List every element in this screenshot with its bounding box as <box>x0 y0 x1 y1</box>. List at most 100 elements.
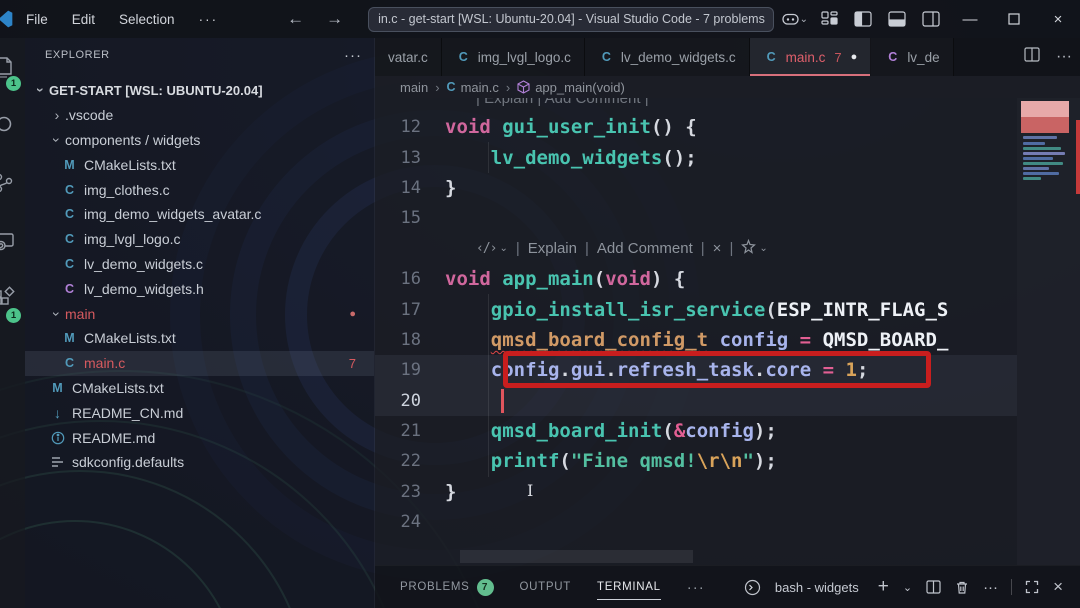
panel-tab-terminal[interactable]: TERMINAL <box>597 566 661 608</box>
editor-more-actions[interactable]: ··· <box>1048 48 1080 66</box>
code-editor[interactable]: | Explain | Add Comment | 12void gui_use… <box>375 98 1080 565</box>
line-number[interactable]: 15 <box>375 208 445 228</box>
toggle-secondary-sidebar-icon[interactable] <box>914 0 948 38</box>
line-number[interactable]: 24 <box>375 512 445 532</box>
kill-terminal-icon[interactable] <box>948 580 976 595</box>
tree-item-sdkconfig-defaults[interactable]: sdkconfig.defaults <box>25 450 374 475</box>
menu-edit[interactable]: Edit <box>60 12 107 27</box>
line-number[interactable]: 23 <box>375 482 445 502</box>
tree-item-components-widgets[interactable]: ›components / widgets <box>25 128 374 153</box>
breadcrumb-main[interactable]: main <box>400 80 428 95</box>
tree-item-get-start-wsl-ubuntu-20-04[interactable]: ›GET-START [WSL: UBUNTU-20.04] <box>25 78 374 103</box>
line-number[interactable]: 16 <box>375 269 445 289</box>
code-line-15[interactable]: 15 <box>375 203 1017 233</box>
line-number[interactable]: 17 <box>375 300 445 320</box>
activity-explorer-icon[interactable]: 1 <box>0 50 25 96</box>
minimize-button[interactable]: — <box>948 0 992 38</box>
code-text[interactable]: } <box>445 177 456 199</box>
code-text[interactable]: } <box>445 481 456 503</box>
tree-item-img-clothes-c[interactable]: Cimg_clothes.c <box>25 177 374 202</box>
toggle-panel-icon[interactable] <box>880 0 914 38</box>
menu-selection[interactable]: Selection <box>107 12 187 27</box>
code-text[interactable]: void app_main(void) { <box>445 268 685 290</box>
tree-item-vscode[interactable]: ›.vscode <box>25 103 374 128</box>
split-terminal-icon[interactable] <box>919 580 948 594</box>
minimap[interactable] <box>1017 98 1080 565</box>
code-text[interactable]: lv_demo_widgets(); <box>445 147 697 169</box>
chevron-down-icon[interactable]: ⌄ <box>499 243 507 254</box>
code-line-17[interactable]: 17 gpio_install_isr_service(ESP_INTR_FLA… <box>375 294 1017 324</box>
close-button[interactable]: × <box>1036 0 1080 38</box>
code-line-12[interactable]: 12void gui_user_init() { <box>375 112 1017 142</box>
tree-item-lv-demo-widgets-c[interactable]: Clv_demo_widgets.c <box>25 252 374 277</box>
tree-item-readme-md[interactable]: README.md <box>25 425 374 450</box>
command-center-search[interactable]: in.c - get-start [WSL: Ubuntu-20.04] - V… <box>368 7 774 32</box>
line-number[interactable]: 20 <box>375 391 445 411</box>
split-editor-icon[interactable] <box>1016 47 1048 67</box>
breadcrumb-main-c[interactable]: Cmain.c <box>447 80 499 95</box>
tab-vatar-c[interactable]: vatar.c <box>375 38 442 76</box>
code-text[interactable]: void gui_user_init() { <box>445 116 697 138</box>
toggle-primary-sidebar-icon[interactable] <box>846 0 880 38</box>
copilot-chevron-icon[interactable]: ⌄ <box>800 14 808 25</box>
menu-file[interactable]: File <box>14 12 60 27</box>
tree-item-readme-cn-md[interactable]: ↓README_CN.md <box>25 400 374 425</box>
activity-source-control-icon[interactable] <box>0 166 25 212</box>
menu-more[interactable]: ··· <box>187 12 231 27</box>
tree-item-img-demo-widgets-avatar-c[interactable]: Cimg_demo_widgets_avatar.c <box>25 202 374 227</box>
line-number[interactable]: 12 <box>375 117 445 137</box>
line-number[interactable]: 18 <box>375 330 445 350</box>
tree-item-cmakelists-txt[interactable]: MCMakeLists.txt <box>25 376 374 401</box>
code-line-20[interactable]: 20 <box>375 386 1017 416</box>
code-line-13[interactable]: 13 lv_demo_widgets(); <box>375 142 1017 172</box>
breadcrumb-app-main-void[interactable]: app_main(void) <box>517 80 625 95</box>
code-text[interactable]: gpio_install_isr_service(ESP_INTR_FLAG_S <box>445 299 948 321</box>
codelens-close-link[interactable]: × <box>713 240 722 257</box>
code-line-14[interactable]: 14} <box>375 173 1017 203</box>
activity-search-icon[interactable] <box>0 108 25 154</box>
panel-terminal-more-icon[interactable]: ··· <box>976 579 1005 596</box>
code-text[interactable]: qmsd_board_config_t config = QMSD_BOARD_ <box>445 329 948 351</box>
activity-remote-explorer-icon[interactable] <box>0 224 25 270</box>
code-line-18[interactable]: 18 qmsd_board_config_t config = QMSD_BOA… <box>375 325 1017 355</box>
maximize-panel-icon[interactable] <box>1018 580 1046 594</box>
tree-item-main[interactable]: ›main● <box>25 301 374 326</box>
chevron-down-icon[interactable]: ⌄ <box>759 243 767 254</box>
panel-tab-problems[interactable]: PROBLEMS7 <box>400 566 494 608</box>
explorer-more-actions[interactable]: ··· <box>344 47 362 64</box>
terminal-dropdown-icon[interactable]: ⌄ <box>896 581 919 594</box>
line-number[interactable]: 13 <box>375 148 445 168</box>
tree-item-cmakelists-txt[interactable]: MCMakeLists.txt <box>25 326 374 351</box>
ai-assistant-icon[interactable] <box>741 239 756 258</box>
codelens-add-comment-link[interactable]: Add Comment <box>597 240 693 257</box>
code-line-24[interactable]: 24 <box>375 507 1017 537</box>
maximize-button[interactable] <box>992 0 1036 38</box>
code-brackets-icon[interactable]: ‹/› <box>476 241 496 256</box>
line-number[interactable]: 21 <box>375 421 445 441</box>
code-line-21[interactable]: 21 qmsd_board_init(&config); <box>375 416 1017 446</box>
line-number[interactable]: 19 <box>375 360 445 380</box>
activity-extensions-icon[interactable]: 1 <box>0 282 25 328</box>
tree-item-lv-demo-widgets-h[interactable]: Clv_demo_widgets.h <box>25 276 374 301</box>
code-line-22[interactable]: 22 printf("Fine qmsd!\r\n"); <box>375 446 1017 476</box>
tree-item-cmakelists-txt[interactable]: MCMakeLists.txt <box>25 152 374 177</box>
code-line-19[interactable]: 19 config.gui.refresh_task.core = 1; <box>375 355 1017 385</box>
code-text[interactable]: qmsd_board_init(&config); <box>445 420 777 442</box>
code-line-16[interactable]: 16void app_main(void) { <box>375 264 1017 294</box>
tab-main-c[interactable]: Cmain.c7● <box>750 38 872 76</box>
terminal-session-label[interactable]: bash - widgets <box>775 580 859 595</box>
customize-layout-icon[interactable] <box>812 0 846 38</box>
line-number[interactable]: 22 <box>375 451 445 471</box>
tab-lv-de[interactable]: Clv_de <box>871 38 953 76</box>
panel-tab-output[interactable]: OUTPUT <box>520 566 571 608</box>
code-line-23[interactable]: 23}I <box>375 477 1017 507</box>
tab-img-lvgl-logo-c[interactable]: Cimg_lvgl_logo.c <box>442 38 585 76</box>
tab-lv-demo-widgets-c[interactable]: Clv_demo_widgets.c <box>585 38 750 76</box>
tree-item-img-lvgl-logo-c[interactable]: Cimg_lvgl_logo.c <box>25 227 374 252</box>
tree-item-main-c[interactable]: Cmain.c7 <box>25 351 374 376</box>
code-text[interactable]: printf("Fine qmsd!\r\n"); <box>445 450 777 472</box>
horizontal-scrollbar[interactable] <box>460 550 693 563</box>
new-terminal-button[interactable]: + <box>871 576 896 598</box>
nav-back-icon[interactable]: ← <box>276 9 315 29</box>
nav-forward-icon[interactable]: → <box>315 9 354 29</box>
